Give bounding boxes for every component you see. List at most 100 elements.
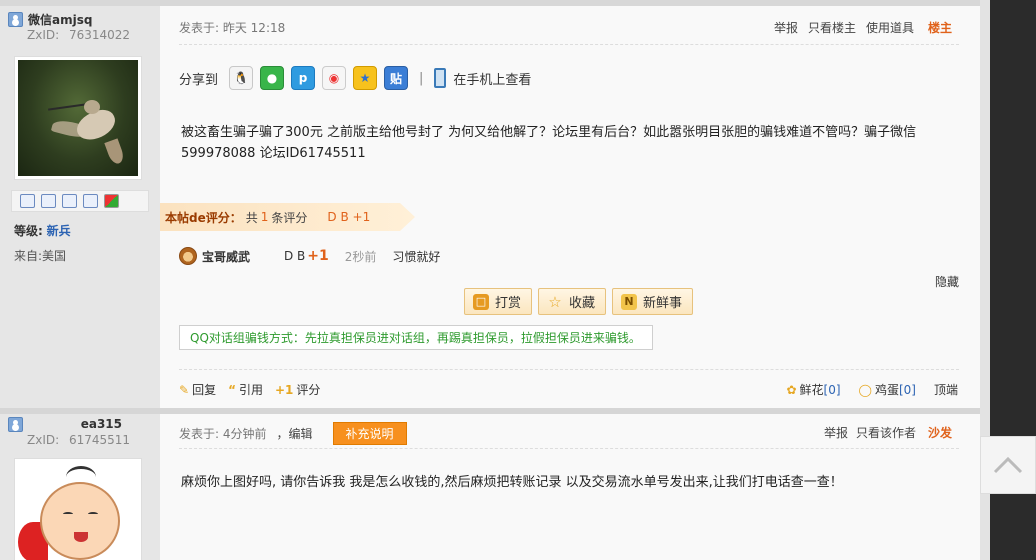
footer-divider [179,369,959,370]
post1-posted-time: 发表于: 昨天 12:18 [179,21,286,35]
chevron-up-icon [993,456,1023,474]
reply-label: 回复 [192,382,217,397]
wechat-icon[interactable]: ● [260,66,285,90]
back-to-top-link[interactable]: 顶端 [934,381,958,398]
level-value[interactable]: 新兵 [47,224,71,238]
signature-notice: QQ对话组骗钱方式：先拉真担保员进对话组，再踢真担保员，拉假担保员进来骗钱。 [179,325,653,350]
post2-username[interactable]: ea315 [81,417,122,431]
plus-one-icon: +1 [274,382,294,397]
rating-count: 1 [260,210,269,224]
only-author-link[interactable]: 只看该作者 [856,424,916,441]
post2-meta: 发表于: 4分钟前 ，编辑 补充说明 [179,422,407,445]
quote-link[interactable]: “引用 [228,381,263,398]
post1-user-tools [11,190,149,212]
report-link[interactable]: 举报 [774,19,798,36]
tip-label: 打赏 [495,296,522,311]
flower-label: 鲜花 [799,382,824,397]
rater-plus: +1 [307,248,329,264]
rater-reason: 习惯就好 [392,249,441,264]
reply-link[interactable]: ✎ 回复 [179,381,216,398]
quote-icon: “ [228,382,236,397]
favorite-button[interactable]: ☆ 收藏 [538,288,607,315]
hide-link[interactable]: 隐藏 [935,273,959,290]
only-author-link[interactable]: 只看楼主 [808,19,856,36]
post2-user-line: ea315 [8,416,158,432]
post1-level: 等级: 新兵 [14,222,71,239]
favorite-label: 收藏 [569,296,596,311]
share-label: 分享到 [179,72,219,88]
tieba-icon[interactable]: 贴 [384,66,409,90]
pp-icon[interactable]: p [291,66,316,90]
scroll-to-top-button[interactable] [980,436,1036,494]
medal-icon[interactable] [104,194,119,208]
weibo-icon[interactable]: ◉ [322,66,347,90]
use-tool-link[interactable]: 使用道具 [866,19,914,36]
profile-card-icon[interactable] [83,194,98,208]
forum-page: 微信amjsq ZxID: 76314022 等级: 新兵 来自:美国 发表于:… [0,0,980,560]
rater-row: 宝哥威武 D B +1 2秒前 习惯就好 [179,246,440,266]
share-row: 分享到 🐧 ● p ◉ ★ 贴 | 在手机上查看 [179,66,531,90]
post1-body: 被这畜生骗子骗了300元 之前版主给他号封了 为何又给他解了？论坛里有后台？如此… [181,125,917,161]
post2-actions: 举报 只看该作者 沙发 [824,424,952,441]
zxid-value: 76314022 [68,28,131,42]
rating-count-suffix: 条评分 [271,210,308,225]
egg-link[interactable]: ◯ 鸡蛋[0] [859,381,916,398]
rate-link[interactable]: +1 评分 [275,381,320,398]
post2-posted-time: 发表于: 4分钟前 [179,427,267,441]
post1-actions: 举报 只看楼主 使用道具 楼主 [774,19,952,36]
profile-search-icon[interactable] [62,194,77,208]
level-label: 等级: [14,224,43,238]
zxid-label: ZxID: [27,28,60,42]
post1-footer-left: ✎ 回复 “引用 +1 评分 [179,380,320,398]
fresh-button[interactable]: N 新鲜事 [612,288,694,315]
zxid-label: ZxID: [27,433,60,447]
floor-label[interactable]: 沙发 [928,424,952,441]
supplement-button[interactable]: 补充说明 [332,422,407,445]
cartoon-baby-avatar-image [18,462,138,560]
rater-name[interactable]: 宝哥威武 [202,248,282,265]
phone-icon[interactable] [434,68,447,88]
quote-label: 引用 [238,382,263,397]
zxid-value: 61745511 [68,433,131,447]
rater-db: D B [284,249,306,263]
post1-sidebar: 微信amjsq ZxID: 76314022 等级: 新兵 来自:美国 [0,6,160,408]
message-icon[interactable] [20,194,35,208]
post2-edit-note: ，编辑 [276,427,313,441]
rater-avatar-icon[interactable] [179,247,197,265]
fresh-icon: N [621,293,638,310]
flower-link[interactable]: ✿ 鲜花[0] [786,381,840,398]
add-friend-icon[interactable] [41,194,56,208]
tip-button[interactable]: □ 打赏 [464,288,533,315]
meta-divider [179,448,959,449]
report-link[interactable]: 举报 [824,424,848,441]
flower-icon: ✿ [786,382,797,397]
egg-label: 鸡蛋 [874,382,899,397]
post1-avatar[interactable] [14,56,142,180]
post1-footer-right: ✿ 鲜花[0] ◯ 鸡蛋[0] 顶端 [786,380,958,398]
rating-banner: 本帖de评分： 共 1 条评分 D B +1 [160,203,415,231]
post1-username[interactable]: 微信amjsq [28,11,92,28]
flower-count: [0] [823,382,841,397]
egg-icon: ◯ [858,382,872,397]
star-icon: ☆ [548,292,562,311]
post2-body: 麻烦你上图好吗, 请你告诉我 我是怎么收钱的,然后麻烦把转账记录 以及交易流水单… [181,475,843,490]
fresh-label: 新鲜事 [643,296,683,311]
rating-score: D B +1 [327,210,371,224]
post1-zxid: ZxID: 76314022 [27,28,130,42]
post2-avatar[interactable] [14,458,142,560]
post1-user-line: 微信amjsq [8,11,92,27]
action-buttons: □ 打赏 ☆ 收藏 N 新鲜事 [464,288,694,315]
qzone-icon[interactable]: ★ [353,66,378,90]
mobile-view-link[interactable]: 在手机上查看 [453,69,531,88]
floor-label[interactable]: 楼主 [928,19,952,36]
meta-divider [179,44,959,45]
tip-icon: □ [473,293,489,310]
rating-count-prefix: 共 [245,210,258,225]
post1-from: 来自:美国 [14,249,67,263]
post2-zxid: ZxID: 61745511 [27,433,130,447]
rate-label: 评分 [296,382,321,397]
rating-label: 本帖de评分： [165,210,242,225]
qq-icon[interactable]: 🐧 [229,66,254,90]
egg-count: [0] [898,382,916,397]
rater-time: 2秒前 [344,249,377,264]
